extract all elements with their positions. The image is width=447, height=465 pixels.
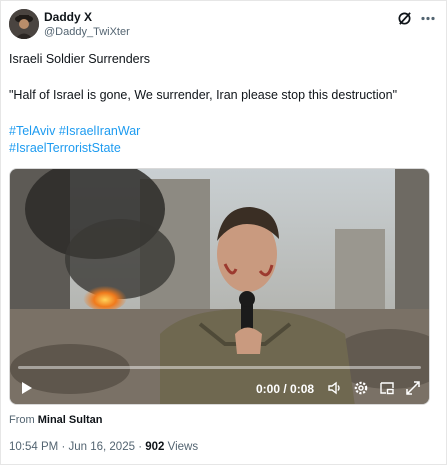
author-name[interactable]: Daddy X	[44, 10, 92, 24]
hashtag-link[interactable]: #IsraelTerroristState	[9, 141, 121, 155]
hashtag-row-1: #TelAviv #IsraelIranWar	[9, 124, 140, 138]
meta-separator: ·	[138, 441, 143, 453]
views-label: Views	[167, 441, 199, 453]
video-player[interactable]: 0:00 / 0:08	[9, 168, 430, 405]
video-time: 0:00 / 0:08	[256, 382, 315, 396]
attribution-prefix: From	[9, 414, 35, 426]
more-icon[interactable]	[419, 11, 437, 26]
post-text-quote: "Half of Israel is gone, We surrender, I…	[9, 88, 398, 102]
pip-icon[interactable]	[379, 380, 395, 396]
post-time[interactable]: 10:54 PM	[9, 441, 58, 453]
grok-icon[interactable]	[397, 11, 412, 26]
avatar[interactable]	[9, 9, 39, 39]
hashtag-row-2: #IsraelTerroristState	[9, 141, 121, 155]
post-date[interactable]: Jun 16, 2025	[68, 441, 135, 453]
video-frame	[10, 169, 429, 404]
post-text-line-1: Israeli Soldier Surrenders	[9, 52, 151, 66]
play-icon[interactable]	[18, 380, 34, 396]
attribution-source-link[interactable]: Minal Sultan	[38, 414, 103, 426]
settings-icon[interactable]	[353, 380, 369, 396]
fullscreen-icon[interactable]	[405, 380, 421, 396]
video-attribution: From Minal Sultan	[9, 414, 103, 426]
volume-icon[interactable]	[327, 380, 343, 396]
post-meta: 10:54 PM · Jun 16, 2025 · 902 Views	[9, 441, 198, 453]
hashtag-link[interactable]: #TelAviv	[9, 124, 55, 138]
meta-separator: ·	[61, 441, 66, 453]
hashtag-link[interactable]: #IsraelIranWar	[59, 124, 141, 138]
tweet-card: Daddy X @Daddy_TwiXter Israeli Soldier S…	[0, 0, 447, 465]
views-count: 902	[145, 441, 165, 453]
progress-bar[interactable]	[18, 366, 421, 369]
author-handle[interactable]: @Daddy_TwiXter	[44, 26, 130, 38]
